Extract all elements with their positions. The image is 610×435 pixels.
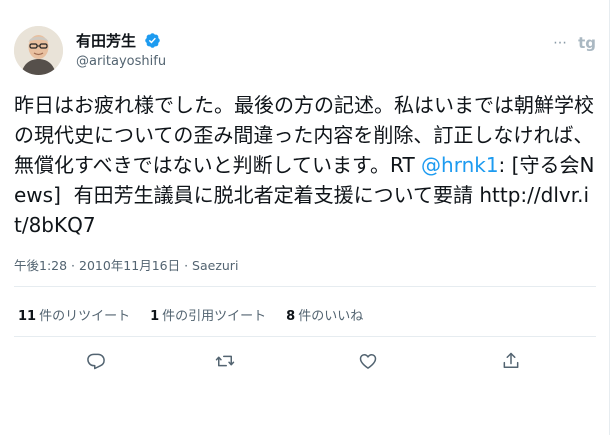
tweet-text: 昨日はお疲れ様でした。最後の方の記述。私はいまでは朝鮮学校の現代史についての歪み… [14,90,596,240]
quotes-stat[interactable]: 1 件の引用ツイート [150,305,266,324]
avatar-image [14,26,63,75]
engagement-stats: 11 件のリツイート 1 件の引用ツイート 8 件のいいね [18,305,363,324]
quotes-count: 1 [150,309,160,324]
tweet-timestamp[interactable]: 午後1:28 · 2010年11月16日 · Saezuri [14,255,238,274]
user-handle[interactable]: @aritayoshifu [76,54,166,69]
verified-badge-icon [145,33,160,48]
client-logo-icon: tg [578,34,596,52]
divider [14,336,596,337]
retweet-button[interactable] [212,348,238,374]
mention-link[interactable]: @hrnk1 [421,153,499,177]
share-button[interactable] [498,348,524,374]
display-name[interactable]: 有田芳生 [76,30,136,51]
quotes-label: 件の引用ツイート [162,309,267,324]
more-icon[interactable]: ⋯ [553,35,568,51]
heart-icon [359,354,377,369]
reply-icon [87,353,105,370]
avatar[interactable] [14,26,63,75]
tweet-actions [0,348,597,378]
retweets-stat[interactable]: 11 件のリツイート [18,305,130,324]
share-icon [503,352,519,368]
retweet-icon [215,355,235,367]
divider [14,286,596,287]
likes-stat[interactable]: 8 件のいいね [286,305,363,324]
like-button[interactable] [355,348,381,374]
header-actions: ⋯ tg [553,34,596,52]
likes-count: 8 [286,309,296,324]
retweets-label: 件のリツイート [39,309,131,324]
retweets-count: 11 [18,309,37,324]
likes-label: 件のいいね [298,309,364,324]
reply-button[interactable] [83,348,109,374]
user-identity: 有田芳生 @aritayoshifu [76,30,166,69]
tweet-header: 有田芳生 @aritayoshifu ⋯ tg [14,20,596,75]
